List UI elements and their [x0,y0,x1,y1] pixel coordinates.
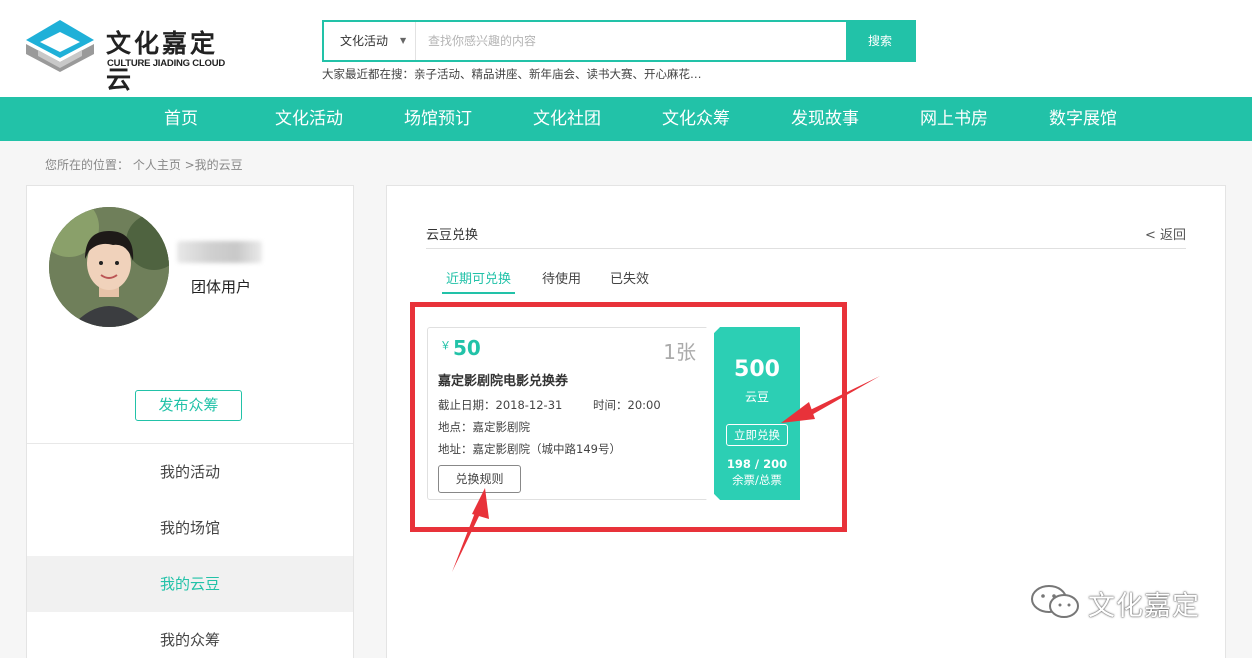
nav-item-crowdfunding[interactable]: 文化众筹 [662,97,730,141]
coupon-address: 地址：嘉定影剧院（城中路149号） [438,442,621,456]
watermark: 文化嘉定 [1030,584,1220,624]
nav-item-home[interactable]: 首页 [164,97,198,141]
nav-item-digital-museum[interactable]: 数字展馆 [1049,97,1117,141]
nav-item-activities[interactable]: 文化活动 [275,97,343,141]
redeem-rules-button[interactable]: 兑换规则 [438,465,521,493]
coupon-card: ￥ 50 1张 嘉定影剧院电影兑换券 截止日期：2018-12-31 时间：20:… [427,327,715,500]
sidebar-item-my-crowdfunding[interactable]: 我的众筹 [27,612,353,658]
avatar[interactable] [49,207,169,327]
site-header: 文化嘉定云 CULTURE JIADING CLOUD 文化活动 ▼ 搜索 大家… [0,0,1252,97]
nav-item-venue-booking[interactable]: 场馆预订 [404,97,472,141]
nav-item-stories[interactable]: 发现故事 [791,97,859,141]
currency-symbol: ￥ [440,339,451,352]
back-link[interactable]: < 返回 [1145,224,1186,243]
search-button[interactable]: 搜索 [846,22,914,60]
coupon-price: ￥ 50 [440,336,481,360]
coupon-count: 1张 [663,340,696,364]
logo-subtitle: CULTURE JIADING CLOUD [107,58,226,69]
sidebar-item-my-venues[interactable]: 我的场馆 [27,500,353,556]
beans-cost: 500 [734,357,780,382]
search-category-select[interactable]: 文化活动 ▼ [324,22,416,60]
chevron-down-icon: ▼ [400,36,407,45]
search-input[interactable] [418,22,848,60]
panel-title: 云豆兑换 [426,228,479,243]
tab-pending-use[interactable]: 待使用 [542,268,581,294]
coupon-price-value: 50 [453,336,481,360]
user-type: 团体用户 [191,278,252,296]
logo-mark-icon [26,20,94,72]
coupon-name: 嘉定影剧院电影兑换券 [438,374,569,389]
nav-item-bookroom[interactable]: 网上书房 [920,97,988,141]
coupon-time: 时间：20:00 [593,398,661,412]
sidebar-item-my-activities[interactable]: 我的活动 [27,444,353,500]
search-bar: 文化活动 ▼ 搜索 [322,20,916,62]
user-sidebar: 团体用户 发布众筹 我的活动 我的场馆 我的云豆 我的众筹 [26,185,354,658]
redeem-now-button[interactable]: 立即兑换 [726,424,788,446]
site-logo[interactable]: 文化嘉定云 CULTURE JIADING CLOUD [24,18,244,94]
stock-count: 198 / 200 [726,457,788,471]
main-nav: 首页 文化活动 场馆预订 文化社团 文化众筹 发现故事 网上书房 数字展馆 [0,97,1252,141]
avatar-photo [49,207,169,327]
search-category-label: 文化活动 [340,34,389,48]
divider [426,248,1186,249]
sidebar-item-my-beans[interactable]: 我的云豆 [27,556,353,612]
wechat-icon [1031,585,1079,618]
tab-expired[interactable]: 已失效 [610,268,649,294]
stock-label: 余票/总票 [732,473,782,487]
watermark-text: 文化嘉定 [1088,591,1200,622]
coupon-deadline: 截止日期：2018-12-31 [438,398,563,412]
username-blurred [177,241,262,263]
breadcrumb: 您所在的位置： 个人主页 >我的云豆 [45,158,243,172]
coupon-place: 地点：嘉定影剧院 [438,420,530,434]
tab-redeemable[interactable]: 近期可兑换 [442,268,516,294]
hot-searches: 大家最近都在搜：亲子活动、精品讲座、新年庙会、读书大赛、开心麻花… [322,67,702,81]
nav-item-clubs[interactable]: 文化社团 [533,97,601,141]
publish-crowdfunding-button[interactable]: 发布众筹 [135,390,242,421]
beans-unit: 云豆 [744,390,769,404]
coupon-stub: 500 云豆 立即兑换 198 / 200 余票/总票 [705,319,800,508]
